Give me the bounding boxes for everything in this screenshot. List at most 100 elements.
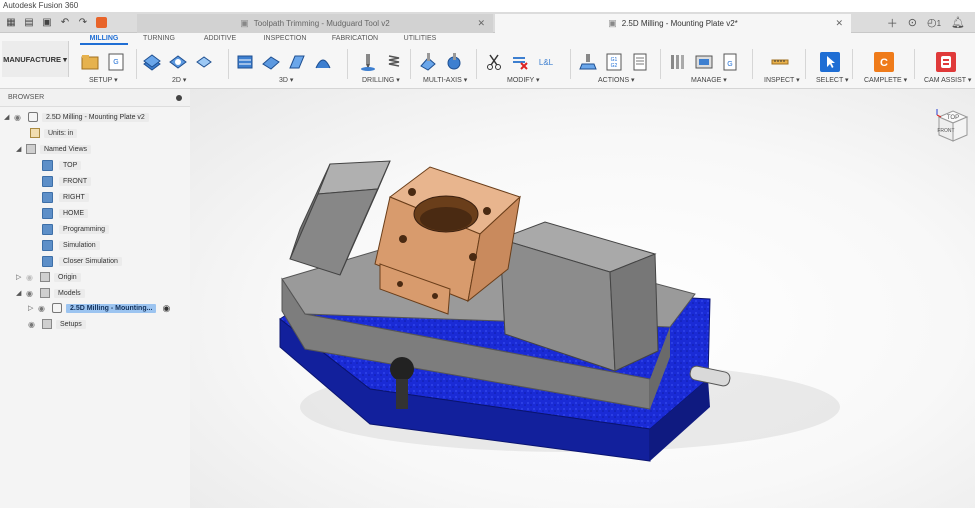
- activate-radio-icon[interactable]: ◉: [162, 303, 170, 314]
- tool-library-icon[interactable]: [668, 52, 688, 72]
- part-hole: [397, 281, 403, 287]
- measure-icon[interactable]: [770, 52, 790, 72]
- separator: [570, 49, 571, 79]
- tree-view-top[interactable]: TOP: [42, 158, 82, 172]
- group-camplete[interactable]: CAMPLETE ▾: [864, 76, 907, 84]
- swarf-icon[interactable]: [418, 52, 438, 72]
- group-setup[interactable]: SETUP ▾: [89, 76, 118, 84]
- grid-menu-icon[interactable]: ▦: [4, 16, 18, 30]
- post-library-icon[interactable]: G: [720, 52, 740, 72]
- delete-toolpath-icon[interactable]: [510, 52, 530, 72]
- setup-sheet-icon[interactable]: [630, 52, 650, 72]
- workspace-selector[interactable]: MANUFACTURE ▾: [2, 41, 69, 77]
- group-manage[interactable]: MANAGE ▾: [691, 76, 727, 84]
- tree-view-home[interactable]: HOME: [42, 206, 88, 220]
- orange-app-icon[interactable]: [94, 16, 108, 30]
- separator: [410, 49, 411, 79]
- close-tab-icon[interactable]: ✕: [835, 18, 843, 29]
- job-status-icon[interactable]: ⊙: [908, 16, 917, 29]
- 3d-scallop-icon[interactable]: [313, 52, 333, 72]
- 2d-pocket-icon[interactable]: [168, 52, 188, 72]
- separator: [347, 49, 348, 79]
- collapse-icon[interactable]: ◢: [16, 289, 24, 297]
- multiaxis-contour-icon[interactable]: [444, 52, 464, 72]
- tab-additive[interactable]: ADDITIVE: [190, 33, 250, 45]
- tab-mounting-plate[interactable]: ▣ 2.5D Milling - Mounting Plate v2* ✕: [495, 14, 851, 33]
- cam-assist-icon[interactable]: [936, 52, 956, 72]
- visibility-eye-icon[interactable]: ◉: [26, 273, 37, 282]
- visibility-eye-icon[interactable]: ◉: [38, 304, 49, 313]
- link-icon[interactable]: L&L: [536, 52, 556, 72]
- tree-root[interactable]: ◢ ◉ 2.5D Milling - Mounting Plate v2: [4, 110, 149, 124]
- 3d-pocket-icon[interactable]: [261, 52, 281, 72]
- folder-icon: [26, 144, 36, 154]
- 3d-steep-shallow-icon[interactable]: [287, 52, 307, 72]
- post-process-icon[interactable]: G1 G2: [604, 52, 624, 72]
- tree-view-closer-simulation[interactable]: Closer Simulation: [42, 254, 122, 268]
- tree-named-views[interactable]: ◢ Named Views: [16, 142, 92, 156]
- simulate-icon[interactable]: [578, 52, 598, 72]
- thread-icon[interactable]: [384, 52, 404, 72]
- visibility-eye-icon[interactable]: ◉: [14, 113, 25, 122]
- 2d-adaptive-icon[interactable]: [142, 52, 162, 72]
- 3d-adaptive-icon[interactable]: [235, 52, 255, 72]
- tree-setups[interactable]: ◉ Setups: [28, 317, 86, 331]
- view-cube[interactable]: TOP FRONT: [935, 107, 969, 147]
- group-select[interactable]: SELECT ▾: [816, 76, 849, 84]
- models-label: Models: [54, 288, 85, 298]
- group-drilling[interactable]: DRILLING ▾: [362, 76, 400, 84]
- 2d-face-icon[interactable]: [194, 52, 214, 72]
- group-modify[interactable]: MODIFY ▾: [507, 76, 540, 84]
- tree-view-simulation[interactable]: Simulation: [42, 238, 100, 252]
- tree-units[interactable]: Units: in: [30, 126, 78, 140]
- tab-turning[interactable]: TURNING: [128, 33, 190, 45]
- new-tab-icon[interactable]: ＋: [887, 15, 898, 31]
- group-multiaxis[interactable]: MULTI-AXIS ▾: [423, 76, 467, 84]
- new-setup-icon[interactable]: G: [106, 52, 126, 72]
- drill-icon[interactable]: [358, 52, 378, 72]
- tab-toolpath-trimming[interactable]: ▣ Toolpath Trimming - Mudguard Tool v2 ✕: [137, 14, 493, 33]
- group-3d[interactable]: 3D ▾: [279, 76, 293, 84]
- browser-pin-icon[interactable]: [176, 95, 182, 101]
- clamp-stem: [396, 379, 408, 409]
- expand-icon[interactable]: ▷: [16, 273, 24, 281]
- close-tab-icon[interactable]: ✕: [477, 18, 485, 29]
- group-2d[interactable]: 2D ▾: [172, 76, 186, 84]
- tree-view-front[interactable]: FRONT: [42, 174, 92, 188]
- bell-icon[interactable]: 🔔︎: [951, 16, 965, 29]
- group-actions[interactable]: ACTIONS ▾: [598, 76, 635, 84]
- group-inspect[interactable]: INSPECT ▾: [764, 76, 800, 84]
- tree-models[interactable]: ◢ ◉ Models: [16, 286, 85, 300]
- tree-view-programming[interactable]: Programming: [42, 222, 110, 236]
- visibility-eye-icon[interactable]: ◉: [28, 320, 39, 329]
- part-hole: [469, 253, 477, 261]
- tree-origin[interactable]: ▷ ◉ Origin: [16, 270, 81, 284]
- file-menu-icon[interactable]: ▤: [22, 16, 36, 30]
- vise-model[interactable]: [190, 89, 975, 508]
- tab-label: ADDITIVE: [203, 35, 237, 42]
- named-views-label: Named Views: [40, 144, 92, 154]
- save-icon[interactable]: ▣: [40, 16, 54, 30]
- tab-inspection[interactable]: INSPECTION: [250, 33, 320, 45]
- tree-view-right[interactable]: RIGHT: [42, 190, 89, 204]
- camplete-icon[interactable]: C: [874, 52, 894, 72]
- notifications-icon[interactable]: ◴1: [927, 16, 941, 29]
- separator: [136, 49, 137, 79]
- collapse-icon[interactable]: ◢: [16, 145, 24, 153]
- tab-fabrication[interactable]: FABRICATION: [320, 33, 390, 45]
- viewport-canvas[interactable]: TOP FRONT: [190, 89, 975, 508]
- machine-library-icon[interactable]: [694, 52, 714, 72]
- visibility-eye-icon[interactable]: ◉: [26, 289, 37, 298]
- group-cam-assist[interactable]: CAM ASSIST ▾: [924, 76, 971, 84]
- scissors-icon[interactable]: [484, 52, 504, 72]
- collapse-icon[interactable]: ◢: [4, 113, 12, 121]
- select-arrow-icon[interactable]: [820, 52, 840, 72]
- undo-icon[interactable]: ↶: [58, 16, 72, 30]
- actions-tools: G1 G2: [578, 50, 650, 74]
- tab-utilities[interactable]: UTILITIES: [390, 33, 450, 45]
- redo-icon[interactable]: ↷: [76, 16, 90, 30]
- expand-icon[interactable]: ▷: [28, 304, 36, 312]
- tab-milling[interactable]: MILLING: [80, 33, 128, 45]
- folder-setup-icon[interactable]: [80, 52, 100, 72]
- tree-model-item[interactable]: ▷ ◉ 2.5D Milling - Mounting... ◉: [28, 301, 170, 315]
